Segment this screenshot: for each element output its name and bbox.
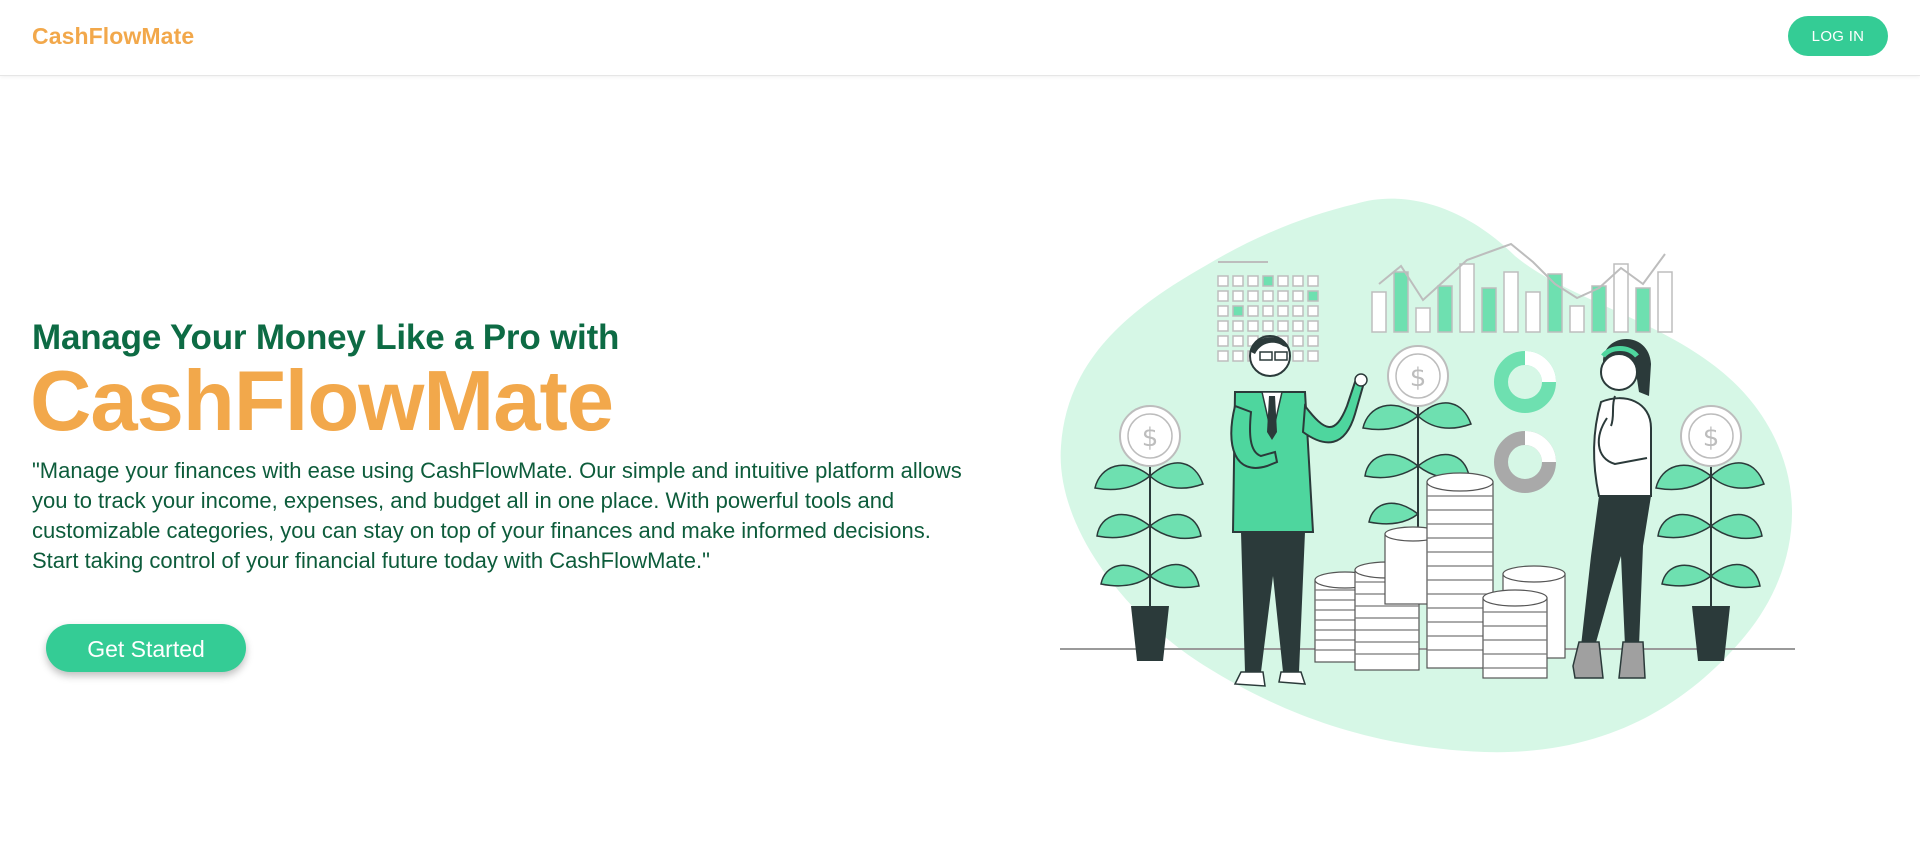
get-started-button[interactable]: Get Started [46, 624, 246, 672]
finance-illustration: $ $ $ [1060, 198, 1795, 753]
login-button[interactable]: LOG IN [1788, 16, 1888, 56]
svg-text:$: $ [1142, 423, 1159, 453]
svg-text:$: $ [1410, 363, 1427, 393]
brand-logo[interactable]: CashFlowMate [32, 20, 194, 52]
hero-section: Manage Your Money Like a Pro with CashFl… [30, 316, 962, 576]
hero-brand-name: CashFlowMate [30, 354, 614, 449]
hero-description: "Manage your finances with ease using Ca… [32, 458, 962, 573]
top-navbar: CashFlowMate LOG IN [0, 0, 1920, 76]
svg-text:$: $ [1703, 423, 1720, 453]
